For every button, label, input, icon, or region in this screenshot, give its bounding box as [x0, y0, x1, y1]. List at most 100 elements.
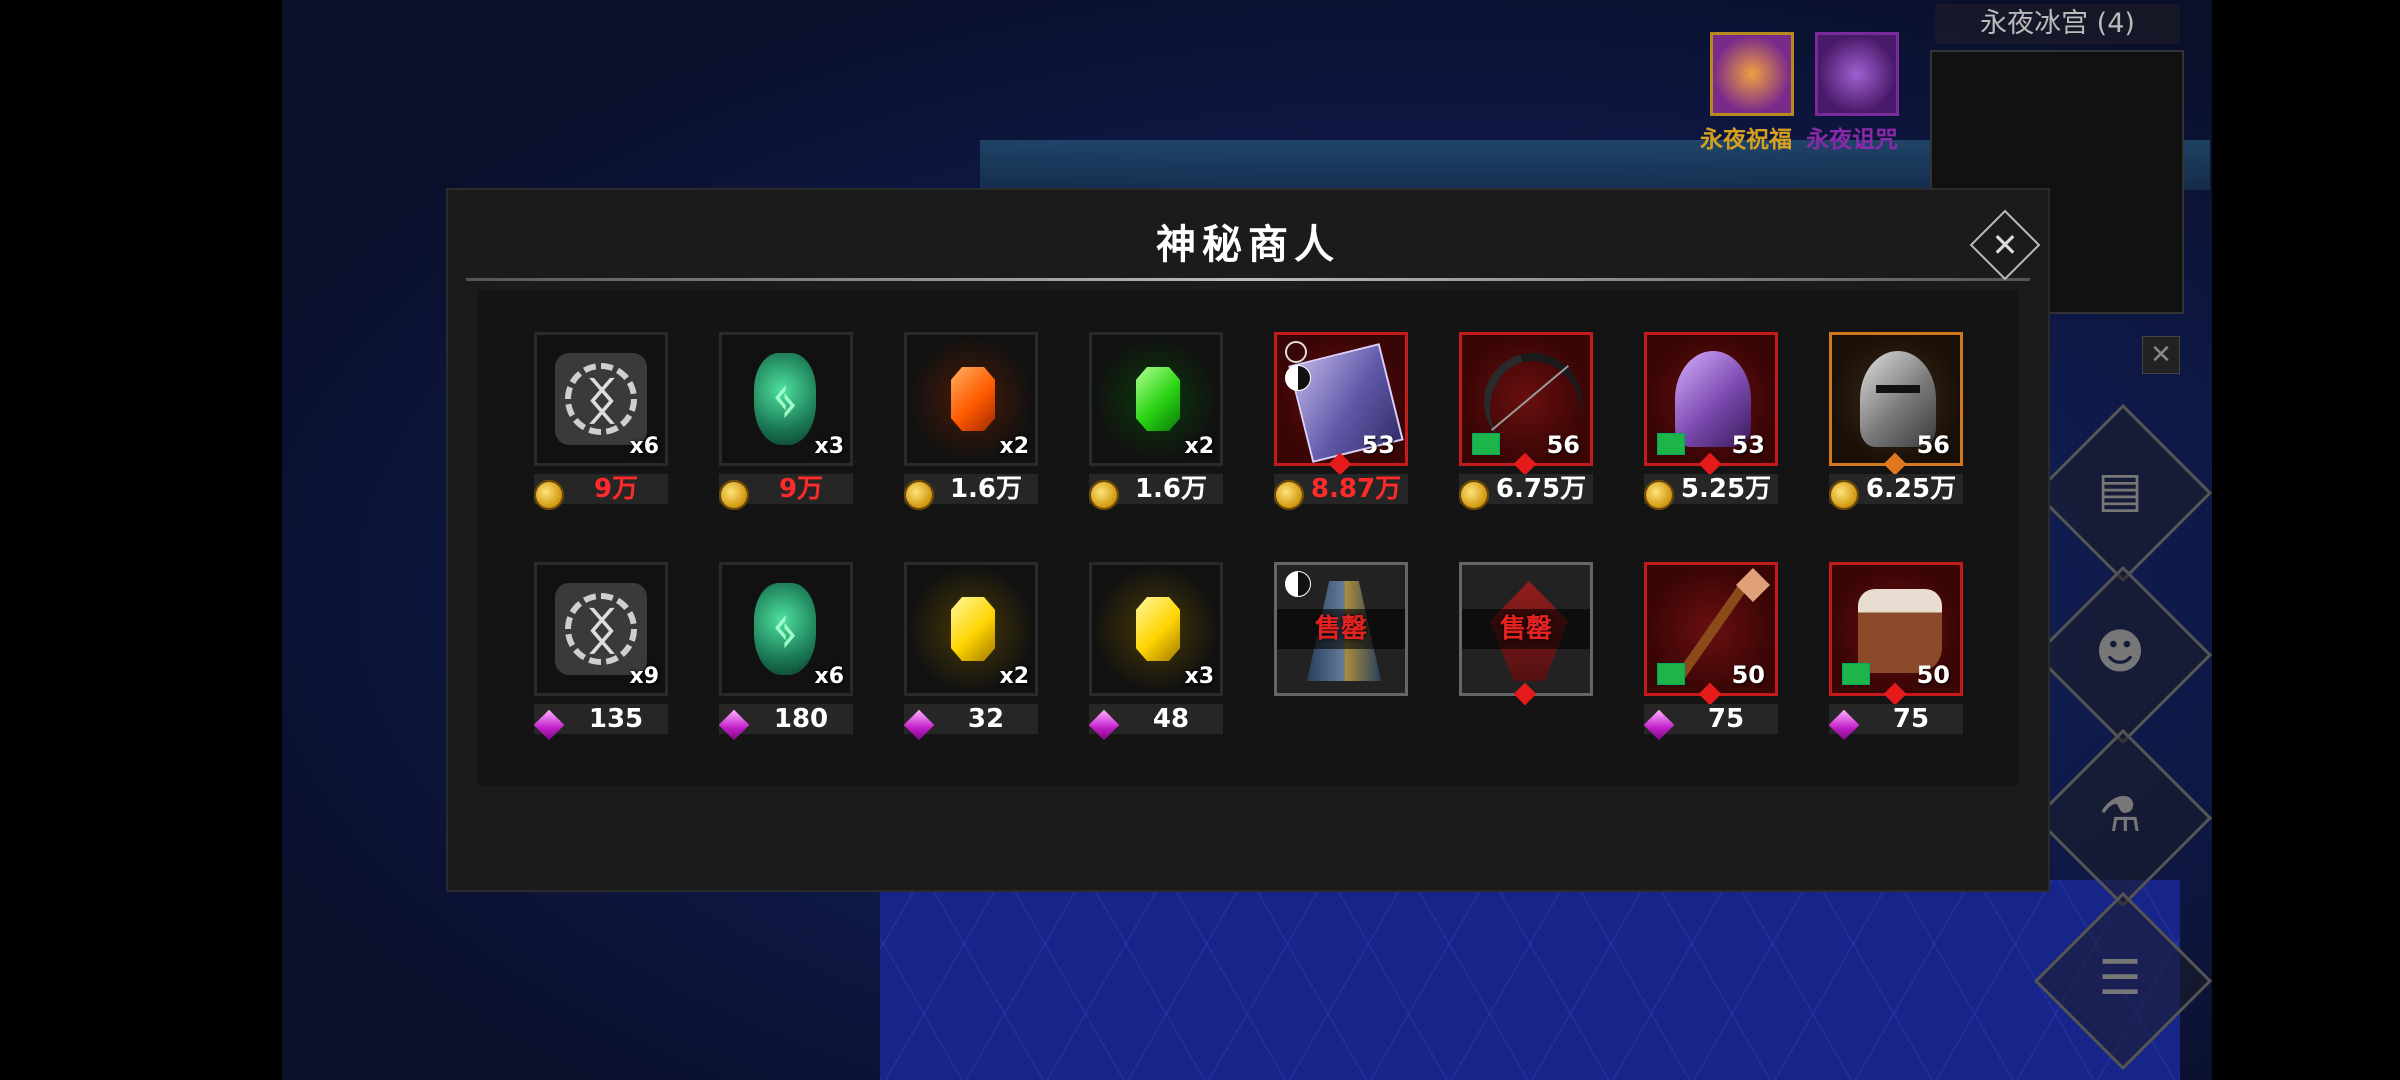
socket-icon [1285, 341, 1307, 363]
shop-item[interactable]: ᛃ x3 9万 [719, 332, 859, 522]
item-quantity: x3 [814, 434, 845, 459]
item-price: 1.6万 [1134, 474, 1208, 504]
item-quantity: x2 [999, 664, 1030, 689]
item-price: 75 [1707, 704, 1745, 734]
yellow-crystal-icon [1136, 597, 1180, 661]
book-icon [1472, 433, 1500, 455]
item-quantity: x9 [629, 664, 660, 689]
blessing-label: 永夜祝福 [1700, 127, 1792, 153]
shop-item[interactable]: ᛝ x6 9万 [534, 332, 674, 522]
gold-coin-icon [719, 480, 749, 510]
sold-out-label: 售罄 [1314, 614, 1367, 644]
dialog-title: 神秘商人 [1156, 222, 1340, 268]
orange-crystal-icon [951, 367, 995, 431]
item-price: 48 [1152, 704, 1190, 734]
item-quantity: x2 [1184, 434, 1215, 459]
item-slot[interactable]: x2 [904, 332, 1038, 466]
item-price: 1.6万 [949, 474, 1023, 504]
title-divider [466, 278, 2030, 281]
item-level: 50 [1916, 661, 1950, 689]
item-slot[interactable]: 53 [1274, 332, 1408, 466]
blessing-buff-icon[interactable] [1710, 32, 1794, 116]
item-level: 56 [1916, 431, 1950, 459]
gold-coin-icon [1274, 480, 1304, 510]
shop-item-sold-out: 售罄 [1459, 562, 1599, 752]
item-slot[interactable]: 50 [1829, 562, 1963, 696]
gold-coin-icon [534, 480, 564, 510]
item-slot[interactable]: ᛃ x6 [719, 562, 853, 696]
item-level: 53 [1361, 431, 1395, 459]
item-price: 8.87万 [1310, 474, 1402, 504]
item-quantity: x6 [814, 664, 845, 689]
shop-item[interactable]: 53 5.25万 [1644, 332, 1784, 522]
curse-label: 永夜诅咒 [1806, 127, 1898, 153]
shop-item[interactable]: 50 75 [1828, 562, 1969, 752]
gold-coin-icon [1089, 480, 1119, 510]
shop-item[interactable]: 53 8.87万 [1274, 332, 1414, 522]
visor-slit [1876, 385, 1920, 393]
item-price: 32 [967, 704, 1005, 734]
shop-item[interactable]: 50 75 [1643, 562, 1784, 752]
item-slot[interactable]: 53 [1644, 332, 1778, 466]
item-slot[interactable]: 56 [1829, 332, 1963, 466]
item-quantity: x3 [1184, 664, 1215, 689]
item-quantity: x6 [629, 434, 660, 459]
gold-coin-icon [1644, 480, 1674, 510]
side-close-icon[interactable]: ✕ [2142, 336, 2180, 374]
item-level: 50 [1731, 661, 1765, 689]
item-slot: 售罄 [1274, 562, 1408, 696]
jade-glyph: ᛃ [771, 603, 799, 657]
item-price: 135 [588, 704, 644, 734]
shop-item[interactable]: x2 1.6万 [904, 332, 1044, 522]
item-level: 53 [1731, 431, 1765, 459]
shop-item[interactable]: x2 32 [903, 562, 1044, 752]
shop-item[interactable]: 56 6.25万 [1829, 332, 1969, 522]
item-slot[interactable]: x3 [1089, 562, 1223, 696]
item-price: 180 [773, 704, 829, 734]
book-icon [1657, 663, 1685, 685]
item-price: 9万 [778, 474, 824, 504]
rune-glyph: ᛝ [587, 602, 617, 660]
yellow-crystal-icon [951, 597, 995, 661]
people-icon: ☻ [2094, 624, 2146, 680]
item-price: 9万 [593, 474, 639, 504]
potion-icon: ⚗ [2098, 787, 2142, 843]
item-price: 6.25万 [1865, 474, 1957, 504]
shop-item[interactable]: ᛃ x6 180 [718, 562, 859, 752]
close-icon[interactable]: ✕ [1980, 220, 2030, 270]
zone-title: 永夜冰宫 (4) [1935, 4, 2180, 44]
item-price: 6.75万 [1495, 474, 1587, 504]
shop-item[interactable]: x2 1.6万 [1089, 332, 1229, 522]
scroll-icon: ▤ [2097, 462, 2143, 518]
item-slot[interactable]: 50 [1644, 562, 1778, 696]
item-slot[interactable]: ᛝ x9 [534, 562, 668, 696]
item-slot[interactable]: ᛃ x3 [719, 332, 853, 466]
item-slot[interactable]: ᛝ x6 [534, 332, 668, 466]
item-slot[interactable]: x2 [1089, 332, 1223, 466]
gold-coin-icon [1829, 480, 1859, 510]
shop-item[interactable]: 56 6.75万 [1459, 332, 1599, 522]
sold-out-label: 售罄 [1499, 614, 1552, 644]
jade-glyph: ᛃ [771, 373, 799, 427]
mysterious-merchant-dialog: 神秘商人 ✕ ᛝ x6 9万 ᛃ x3 9万 x2 1.6万 x2 1.6万 5… [448, 190, 2048, 890]
yin-yang-icon [1285, 571, 1311, 597]
item-slot: 售罄 [1459, 562, 1593, 696]
book-icon [1842, 663, 1870, 685]
list-icon: ☰ [2098, 950, 2142, 1006]
gold-coin-icon [1459, 480, 1489, 510]
gold-coin-icon [904, 480, 934, 510]
item-slot[interactable]: x2 [904, 562, 1038, 696]
hex-floor [880, 880, 2180, 1080]
item-slot[interactable]: 56 [1459, 332, 1593, 466]
item-level: 56 [1546, 431, 1580, 459]
book-icon [1657, 433, 1685, 455]
shop-grid: ᛝ x6 9万 ᛃ x3 9万 x2 1.6万 x2 1.6万 53 8.87万… [478, 290, 2018, 786]
shop-item[interactable]: x3 48 [1088, 562, 1229, 752]
item-quantity: x2 [999, 434, 1030, 459]
shop-item[interactable]: ᛝ x9 135 [533, 562, 674, 752]
green-crystal-icon [1136, 367, 1180, 431]
item-price: 75 [1892, 704, 1930, 734]
shop-item-sold-out: 售罄 [1274, 562, 1414, 752]
curse-buff-icon[interactable] [1815, 32, 1899, 116]
rune-glyph: ᛝ [587, 372, 617, 430]
